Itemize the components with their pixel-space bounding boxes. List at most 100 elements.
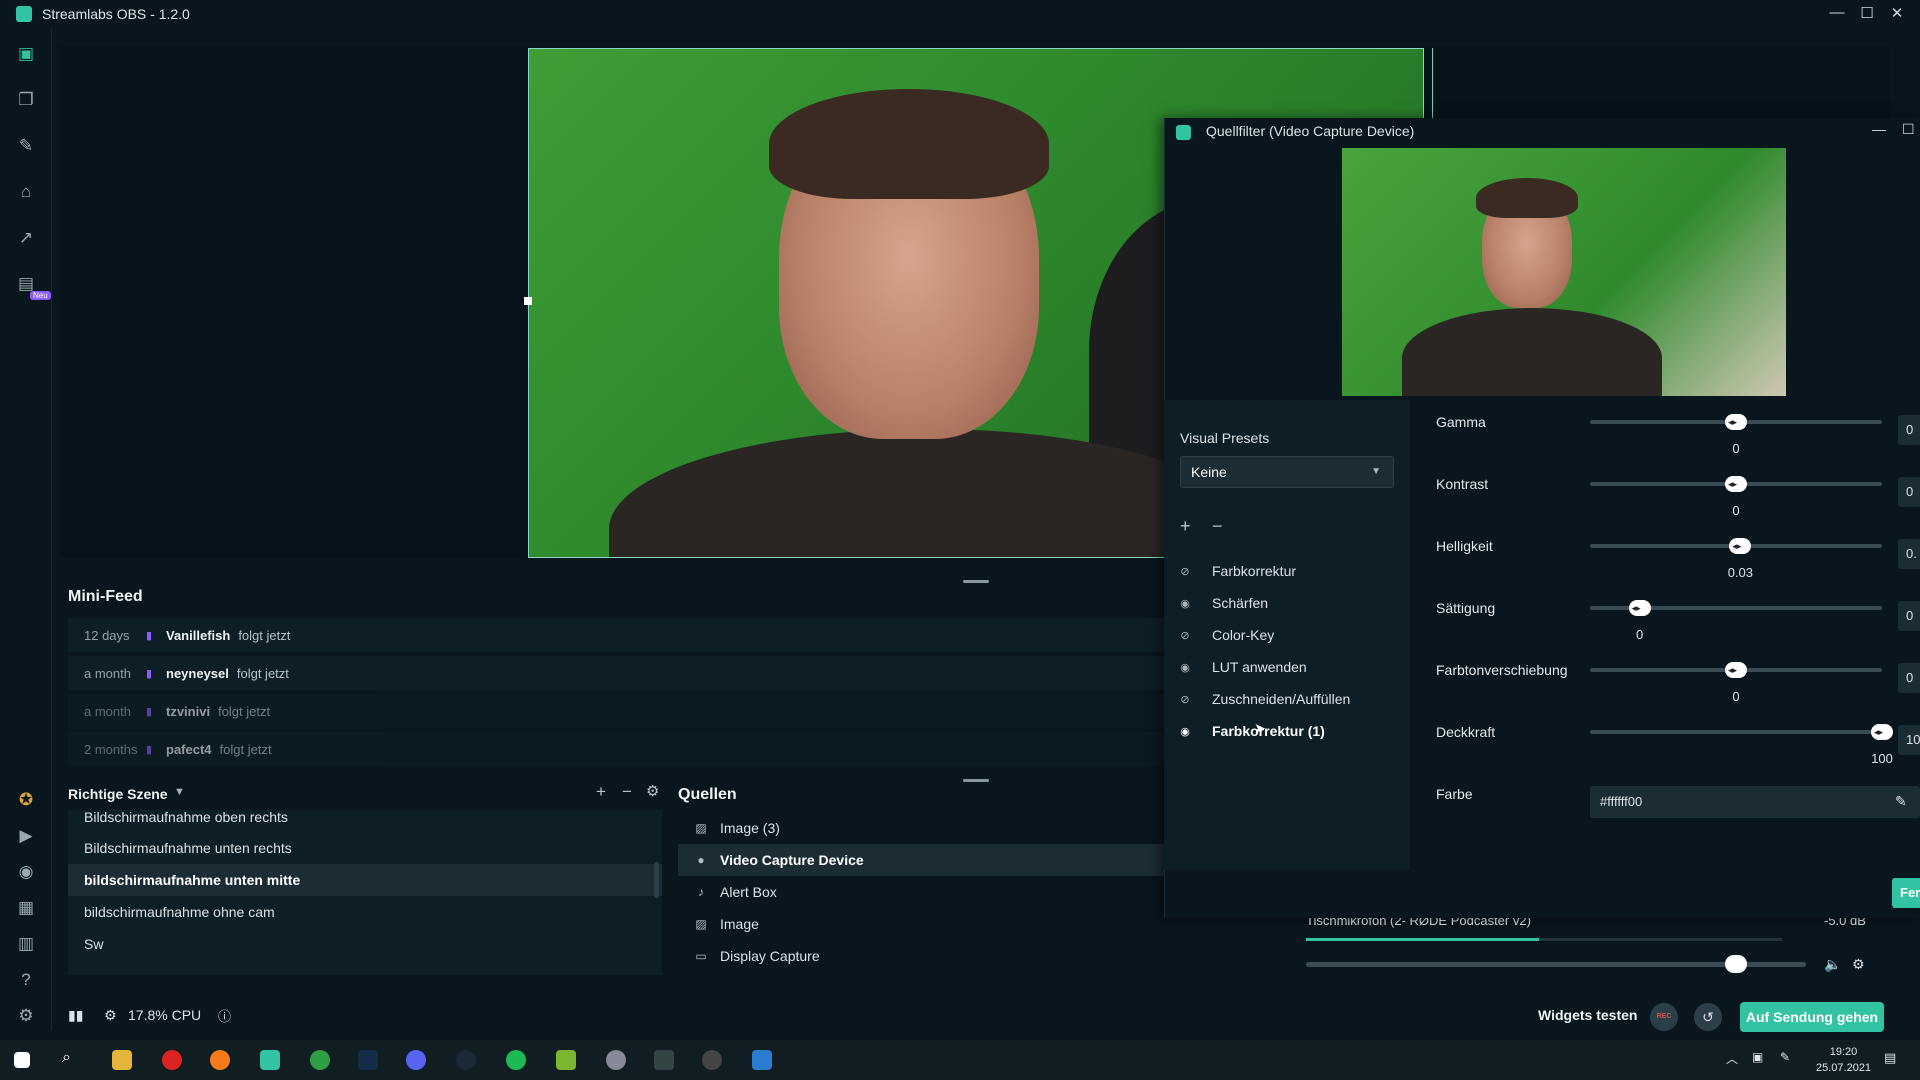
saturation-slider-knob[interactable] — [1628, 600, 1651, 616]
discord-icon[interactable] — [406, 1050, 426, 1070]
chevron-down-icon[interactable]: ▼ — [174, 786, 185, 798]
minimize-button[interactable]: — — [1822, 4, 1852, 21]
layout-icon[interactable]: ❐ — [16, 90, 36, 110]
brightness-slider-knob[interactable] — [1729, 538, 1752, 554]
filter-item[interactable]: ⊘ Zuschneiden/Auffüllen — [1178, 688, 1350, 710]
dialog-maximize-button[interactable]: ☐ — [1902, 121, 1915, 138]
panel-splitter-top[interactable] — [963, 580, 989, 583]
scene-scrollbar[interactable] — [654, 862, 659, 898]
close-button[interactable]: ✕ — [1882, 4, 1912, 22]
monitor-icon: ▭ — [695, 949, 707, 963]
search-icon[interactable]: ⌕ — [62, 1049, 71, 1067]
store-icon[interactable]: ⌂ — [16, 182, 36, 202]
speaker-icon[interactable]: 🔈 — [1824, 956, 1841, 973]
eye-icon[interactable]: ◉ — [1178, 661, 1192, 674]
feed-item[interactable]: a month ▮ tzvinivi folgt jetzt — [68, 694, 1168, 728]
eye-icon[interactable]: ◉ — [1178, 597, 1192, 610]
remove-filter-button[interactable]: − — [1212, 516, 1223, 537]
stats-chart-icon[interactable]: ▮▮ — [68, 1007, 83, 1024]
gamma-number-input[interactable]: 0 — [1898, 415, 1920, 445]
mixer-app-icon[interactable] — [654, 1050, 674, 1070]
themes-icon[interactable]: ✎ — [16, 136, 36, 156]
feed-item[interactable]: a month ▮ neyneysel folgt jetzt — [68, 656, 1168, 690]
filter-label: Schärfen — [1212, 595, 1269, 611]
hue-shift-slider-knob[interactable] — [1725, 662, 1747, 678]
scene-item[interactable]: bildschirmaufnahme ohne cam — [68, 896, 662, 928]
saturation-number-input[interactable]: 0 — [1898, 601, 1920, 631]
remove-scene-button[interactable]: − — [622, 782, 632, 802]
brightness-number-input[interactable]: 0. — [1898, 539, 1920, 569]
eye-off-icon[interactable]: ⊘ — [1178, 565, 1192, 578]
scene-item[interactable]: Bildschirmaufnahme oben rechts — [68, 810, 662, 832]
add-filter-button[interactable]: + — [1180, 516, 1191, 537]
opacity-slider[interactable] — [1590, 730, 1882, 734]
replay-buffer-icon[interactable]: ↺ — [1694, 1003, 1722, 1031]
filter-item[interactable]: ◉ Schärfen — [1178, 592, 1268, 614]
filter-item[interactable]: ⊘ Farbkorrektur — [1178, 560, 1296, 582]
streamlabs-icon[interactable] — [260, 1050, 280, 1070]
scene-settings-gear-icon[interactable]: ⚙ — [646, 782, 659, 800]
source-item[interactable]: ▭ Display Capture — [678, 940, 1272, 972]
editor-icon[interactable]: ▣ — [16, 44, 36, 64]
contrast-slider-knob[interactable] — [1725, 476, 1747, 492]
record-button[interactable]: REC — [1650, 1003, 1678, 1031]
filter-item[interactable]: ◉ LUT anwenden — [1178, 656, 1307, 678]
resize-handle[interactable] — [524, 297, 532, 305]
opacity-slider-knob[interactable] — [1871, 724, 1893, 740]
mixer-gear-icon[interactable]: ⚙ — [1852, 956, 1865, 973]
info-icon[interactable]: ⓘ — [218, 1006, 231, 1025]
scene-item[interactable]: Bildschirmaufnahme unten rechts — [68, 832, 662, 864]
word-icon[interactable] — [752, 1050, 772, 1070]
photoshop-icon[interactable] — [358, 1050, 378, 1070]
eye-off-icon[interactable]: ⊘ — [1178, 693, 1192, 706]
hue-shift-number-input[interactable]: 0 — [1898, 663, 1920, 693]
filter-item[interactable]: ⊘ Color-Key — [1178, 624, 1274, 646]
windows-start-icon[interactable] — [14, 1052, 30, 1068]
play-icon[interactable]: ▶ — [16, 826, 36, 846]
settings-gear-icon[interactable]: ⚙ — [16, 1006, 36, 1026]
add-scene-button[interactable]: + — [596, 782, 606, 802]
prime-icon[interactable]: ✪ — [16, 790, 36, 810]
filter-item-selected[interactable]: ◉ Farbkorrektur (1) — [1178, 720, 1325, 742]
help-icon[interactable]: ? — [16, 970, 36, 990]
go-live-button[interactable]: Auf Sendung gehen — [1740, 1002, 1884, 1032]
notifications-icon[interactable]: ▤ — [1884, 1050, 1896, 1066]
contrast-number-input[interactable]: 0 — [1898, 477, 1920, 507]
feed-item[interactable]: 12 days ▮ Vanillefish folgt jetzt — [68, 618, 1168, 652]
chrome-icon[interactable] — [310, 1050, 330, 1070]
visual-presets-select[interactable]: Keine ▼ — [1180, 456, 1394, 488]
gamma-slider-knob[interactable] — [1725, 414, 1747, 430]
pen-icon[interactable]: ✎ — [1780, 1050, 1790, 1064]
network-icon[interactable]: ▣ — [1752, 1050, 1763, 1064]
obs-icon[interactable] — [702, 1050, 722, 1070]
eye-off-icon[interactable]: ⊘ — [1178, 629, 1192, 642]
firefox-icon[interactable] — [210, 1050, 230, 1070]
color-hex-input[interactable]: #ffffff00 — [1590, 786, 1920, 818]
scene-item[interactable]: Sw — [68, 928, 662, 960]
scene-item-selected[interactable]: bildschirmaufnahme unten mitte — [68, 864, 662, 896]
panel-splitter-bottom[interactable] — [963, 779, 989, 782]
grid-icon[interactable]: ▦ — [16, 898, 36, 918]
file-explorer-icon[interactable] — [112, 1050, 132, 1070]
dashboard-chart-icon[interactable]: ↗ — [16, 228, 36, 248]
volume-slider-knob[interactable] — [1725, 955, 1747, 973]
opacity-number-input[interactable]: 10 — [1898, 725, 1920, 755]
scene-collection-title[interactable]: Richtige Szene — [68, 786, 168, 802]
color-picker-icon[interactable]: ✎ — [1895, 793, 1907, 810]
chat-icon[interactable]: ◉ — [16, 862, 36, 882]
dialog-minimize-button[interactable]: — — [1872, 121, 1886, 137]
eye-icon[interactable]: ◉ — [1178, 725, 1192, 738]
done-button[interactable]: Fer — [1892, 878, 1920, 908]
opera-icon[interactable] — [162, 1050, 182, 1070]
music-app-icon[interactable] — [506, 1050, 526, 1070]
rocket-app-icon[interactable] — [606, 1050, 626, 1070]
test-widgets-button[interactable]: Widgets testen — [1538, 1007, 1637, 1023]
feed-action: folgt jetzt — [236, 665, 289, 681]
columns-icon[interactable]: ▥ — [16, 934, 36, 954]
layers-app-icon[interactable] — [556, 1050, 576, 1070]
steam-icon[interactable] — [456, 1050, 476, 1070]
system-clock[interactable]: 19:20 25.07.2021 — [1816, 1044, 1871, 1076]
feed-item[interactable]: 2 months ▮ pafect4 folgt jetzt — [68, 732, 1168, 766]
tray-chevron-icon[interactable]: ︿ — [1726, 1050, 1738, 1067]
maximize-button[interactable]: ☐ — [1852, 4, 1882, 22]
